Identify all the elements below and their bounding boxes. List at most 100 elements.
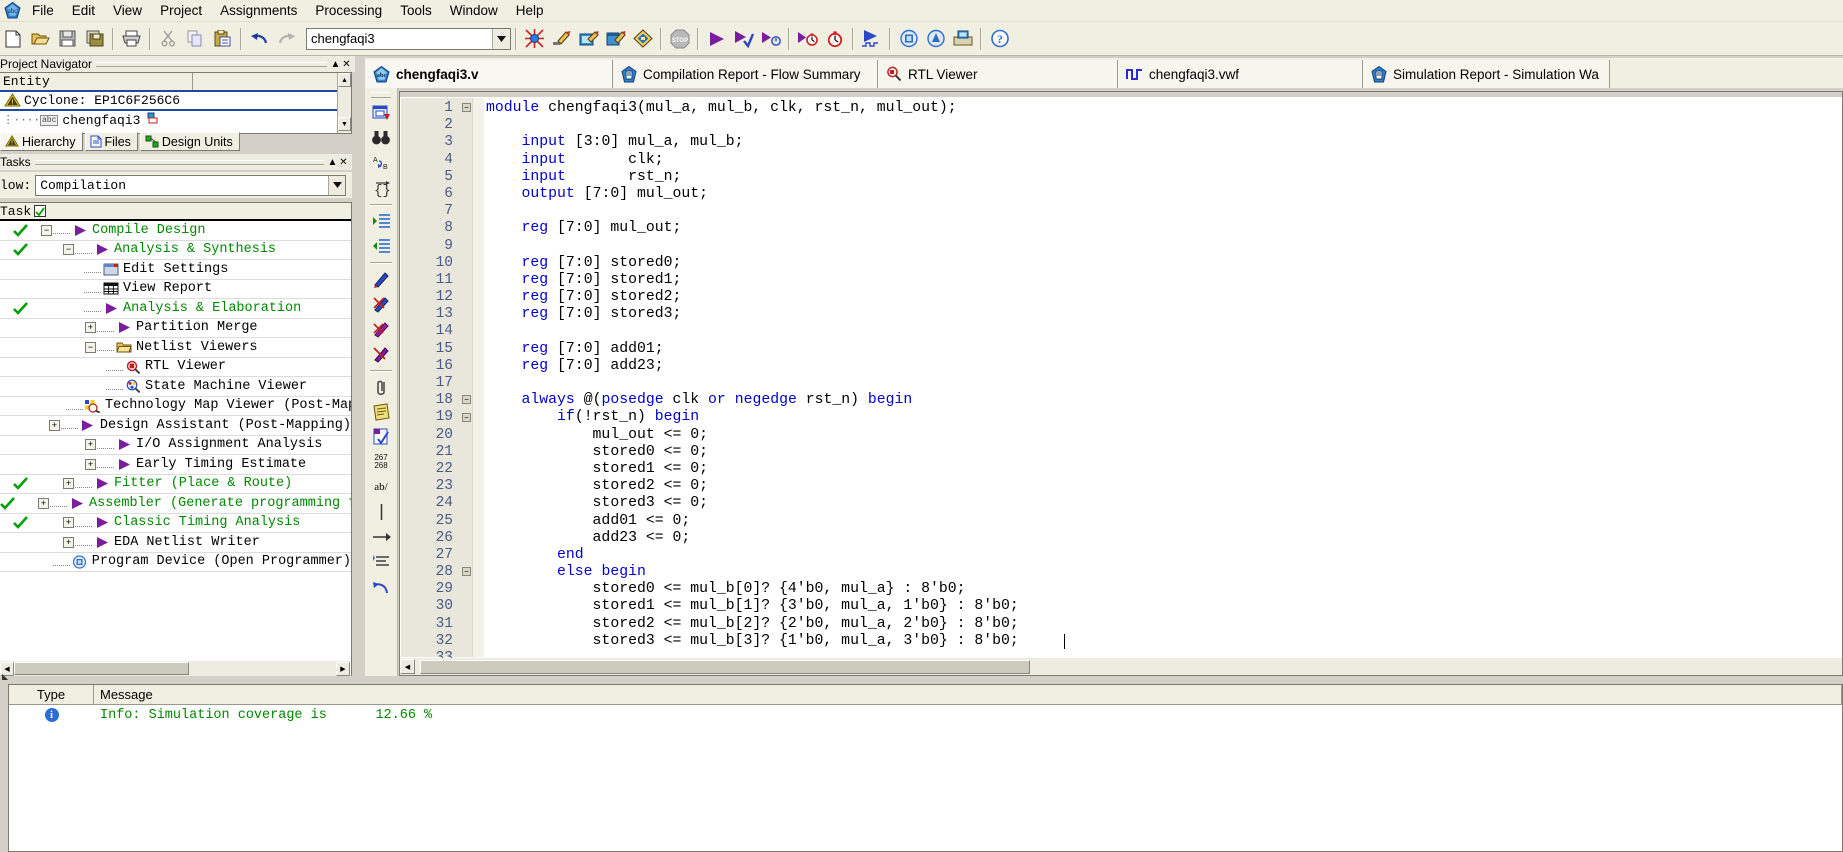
tasks-header-checkbox[interactable]: [34, 205, 47, 217]
code-line[interactable]: end: [486, 547, 1842, 564]
menu-window[interactable]: Window: [441, 1, 507, 21]
code-fold-marker[interactable]: −: [462, 395, 471, 405]
code-line[interactable]: always @(posedge clk or negedge rst_n) b…: [486, 392, 1842, 409]
print-icon[interactable]: [119, 26, 144, 51]
code-fold-marker[interactable]: −: [462, 103, 471, 112]
editor-tab-chengfaqi3-vwf[interactable]: chengfaqi3.vwf: [1118, 60, 1363, 88]
toggle-bookmark-icon[interactable]: [368, 317, 394, 341]
messages-splitter[interactable]: ◣: [0, 672, 1843, 684]
remove-comment-icon[interactable]: [368, 292, 394, 316]
start-compile-check-icon[interactable]: [758, 26, 783, 51]
code-line[interactable]: stored0 <= mul_b[0]? {4'b0, mul_a} : 8'b…: [486, 581, 1842, 598]
timing-analyzer-icon[interactable]: [795, 26, 820, 51]
flow-combo[interactable]: Compilation: [35, 174, 346, 196]
tree-expander[interactable]: +: [84, 321, 97, 334]
task-row[interactable]: + Early Timing Estimate: [0, 455, 351, 475]
task-row[interactable]: + Partition Merge: [0, 319, 351, 338]
menu-help[interactable]: Help: [507, 1, 553, 21]
tree-expander[interactable]: +: [48, 419, 61, 432]
megawizard-icon[interactable]: [923, 26, 948, 51]
insert-template-icon[interactable]: [368, 101, 394, 125]
redo-icon[interactable]: [274, 26, 299, 51]
programmer-icon[interactable]: [896, 26, 921, 51]
align-icon[interactable]: [368, 550, 394, 574]
menu-assignments[interactable]: Assignments: [211, 1, 306, 21]
text-block-icon[interactable]: [368, 400, 394, 424]
classic-timing-icon[interactable]: [822, 26, 847, 51]
tasks-scroll-thumb[interactable]: [14, 662, 189, 675]
sopc-builder-icon[interactable]: [950, 26, 975, 51]
task-row[interactable]: View Report: [0, 280, 351, 299]
editor-tab-simulation-report[interactable]: Simulation Report - Simulation Wa: [1363, 60, 1610, 88]
vertical-bar-icon[interactable]: [368, 500, 394, 524]
task-row[interactable]: + EDA Netlist Writer: [0, 533, 351, 553]
project-navigator-tree[interactable]: Entity ! Cyclone: EP1C6F256C6 ⋮···· abc …: [0, 72, 352, 134]
navigator-tab-files[interactable]: Files: [84, 132, 138, 151]
code-scroll-left-icon[interactable]: ◀: [400, 659, 415, 674]
code-line[interactable]: reg [7:0] stored3;: [486, 306, 1842, 323]
code-line[interactable]: [486, 238, 1842, 255]
code-line[interactable]: stored0 <= 0;: [486, 444, 1842, 461]
fold-margin[interactable]: − − − −: [461, 98, 472, 657]
tree-expander[interactable]: +: [84, 458, 97, 471]
messages-row[interactable]: i Info: Simulation coverage is 12.66 %: [9, 705, 1842, 725]
add-comment-icon[interactable]: [368, 267, 394, 291]
decrease-indent-icon[interactable]: [368, 234, 394, 258]
paste-icon[interactable]: [210, 26, 235, 51]
task-row[interactable]: Technology Map Viewer (Post-Map: [0, 397, 351, 416]
new-file-icon[interactable]: [1, 26, 26, 51]
scroll-up-icon[interactable]: ▲: [338, 73, 351, 87]
code-scroll-thumb[interactable]: [420, 659, 1030, 674]
project-combo[interactable]: chengfaqi3: [306, 27, 511, 50]
code-line[interactable]: mul_out <= 0;: [486, 427, 1842, 444]
tree-expander[interactable]: +: [84, 438, 97, 451]
task-row[interactable]: State Machine Viewer: [0, 377, 351, 397]
task-row[interactable]: + Assembler (Generate programming files): [0, 494, 351, 514]
collapse-icon[interactable]: ▲: [330, 59, 341, 70]
analysis-synthesis-icon[interactable]: [731, 26, 756, 51]
cut-icon[interactable]: [156, 26, 181, 51]
navigator-device-row[interactable]: ! Cyclone: EP1C6F256C6: [0, 92, 351, 111]
task-row[interactable]: + I/O Assignment Analysis: [0, 436, 351, 455]
code-line[interactable]: stored2 <= 0;: [486, 478, 1842, 495]
code-line[interactable]: input rst_n;: [486, 169, 1842, 186]
tasks-horizontal-scrollbar[interactable]: ◀ ▶: [0, 661, 350, 676]
chevron-down-icon[interactable]: [492, 28, 510, 49]
navigator-column-blank[interactable]: [193, 73, 351, 90]
code-line[interactable]: [486, 203, 1842, 220]
code-line[interactable]: stored3 <= mul_b[3]? {1'b0, mul_a, 3'b0}…: [486, 633, 1842, 650]
menu-tools[interactable]: Tools: [391, 1, 441, 21]
messages-column-message[interactable]: Message: [94, 684, 1842, 705]
match-brace-icon[interactable]: {}: [368, 176, 394, 200]
start-compilation-icon[interactable]: [704, 26, 729, 51]
task-row[interactable]: − Netlist Viewers: [0, 338, 351, 358]
undo-arrow-icon[interactable]: [368, 575, 394, 599]
code-line[interactable]: reg [7:0] stored0;: [486, 255, 1842, 272]
floorplan-icon[interactable]: [630, 26, 655, 51]
code-line[interactable]: stored2 <= mul_b[2]? {2'b0, mul_a, 2'b0}…: [486, 616, 1842, 633]
save-file-icon[interactable]: [55, 26, 80, 51]
navigator-tab-hierarchy[interactable]: ! Hierarchy: [0, 132, 83, 151]
code-line[interactable]: stored1 <= mul_b[1]? {3'b0, mul_a, 1'b0}…: [486, 598, 1842, 615]
code-horizontal-scrollbar[interactable]: ◀: [400, 658, 1842, 675]
navigator-vertical-scrollbar[interactable]: ▲ ▼: [337, 73, 351, 133]
collapse-icon-2[interactable]: ▲: [327, 157, 338, 168]
code-line[interactable]: if(!rst_n) begin: [486, 409, 1842, 426]
save-all-icon[interactable]: [82, 26, 107, 51]
task-row[interactable]: Analysis & Elaboration: [0, 299, 351, 319]
undo-icon[interactable]: [247, 26, 272, 51]
tasks-column-task[interactable]: Task: [0, 204, 31, 219]
line-count-icon[interactable]: 267 268: [368, 450, 394, 474]
code-line[interactable]: input clk;: [486, 152, 1842, 169]
task-row[interactable]: + Classic Timing Analysis: [0, 514, 351, 533]
code-line[interactable]: stored1 <= 0;: [486, 461, 1842, 478]
navigator-column-entity[interactable]: Entity: [0, 73, 193, 90]
settings-icon[interactable]: [603, 26, 628, 51]
menu-view[interactable]: View: [104, 1, 151, 21]
code-line[interactable]: input [3:0] mul_a, mul_b;: [486, 134, 1842, 151]
task-row[interactable]: − Analysis & Synthesis: [0, 241, 351, 260]
code-line[interactable]: reg [7:0] stored1;: [486, 272, 1842, 289]
code-text[interactable]: module chengfaqi3(mul_a, mul_b, clk, rst…: [486, 100, 1842, 657]
check-syntax-icon[interactable]: [368, 425, 394, 449]
arrow-right-icon[interactable]: [368, 525, 394, 549]
